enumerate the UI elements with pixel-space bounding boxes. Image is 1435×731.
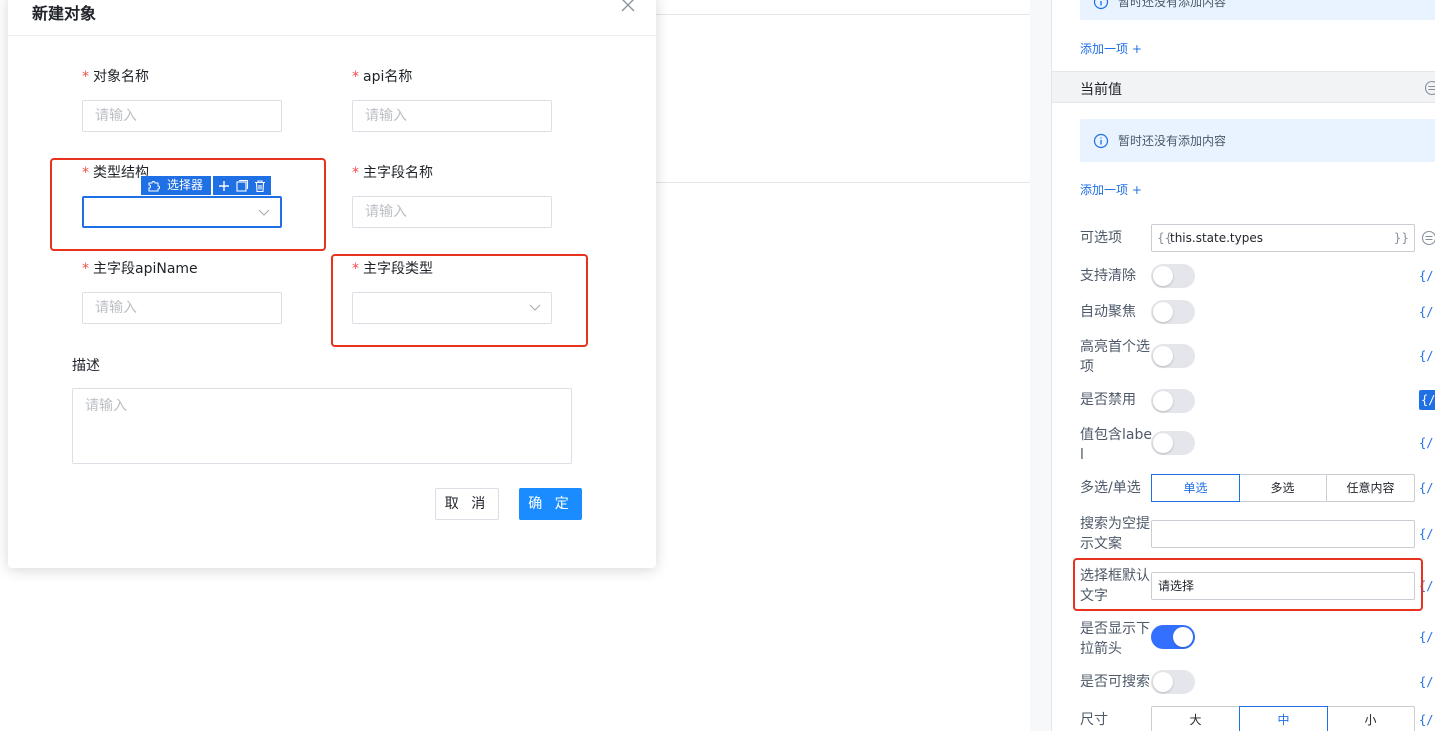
annotation-highlight	[50, 158, 326, 251]
mode-option-tags[interactable]: 任意内容	[1327, 475, 1414, 501]
close-icon[interactable]	[618, 0, 638, 16]
api-name-input[interactable]: 请输入	[352, 100, 552, 132]
autofocus-label: 自动聚焦	[1080, 304, 1136, 320]
mode-option-multiple[interactable]: 多选	[1239, 475, 1327, 501]
object-name-label: * 对象名称	[82, 69, 149, 85]
options-expression-input[interactable]: {{ this.state.types }}	[1151, 224, 1415, 252]
api-name-label: * api名称	[352, 69, 413, 85]
info-icon	[1093, 0, 1109, 10]
primary-field-name-label: * 主字段名称	[352, 165, 433, 181]
allow-clear-switch[interactable]	[1151, 264, 1195, 288]
highlight-first-label: 高亮首个选项	[1080, 339, 1150, 375]
autofocus-switch[interactable]	[1151, 300, 1195, 324]
dialog-title: 新建对象	[32, 4, 97, 23]
variable-binding-icon[interactable]: {/	[1419, 433, 1435, 453]
options-label: 可选项	[1080, 230, 1122, 246]
annotation-highlight	[1073, 558, 1423, 611]
disabled-label: 是否禁用	[1080, 392, 1136, 408]
variable-binding-icon[interactable]: {/	[1419, 627, 1435, 647]
required-mark: *	[82, 261, 89, 277]
primary-field-name-input[interactable]: 请输入	[352, 196, 552, 228]
empty-info-box: 暂时还没有添加内容	[1080, 0, 1435, 20]
highlight-first-switch[interactable]	[1151, 344, 1195, 368]
variable-binding-icon[interactable]: {/	[1419, 266, 1435, 286]
description-label: 描述	[72, 358, 100, 374]
label-in-value-switch[interactable]	[1151, 431, 1195, 455]
canvas-divider	[656, 14, 1030, 15]
variable-binding-icon[interactable]: {/	[1419, 672, 1435, 692]
dialog-header-divider	[8, 35, 656, 36]
toggle-mode-icon[interactable]	[1424, 80, 1435, 96]
size-segmented-control: 大 中 小	[1151, 706, 1415, 731]
allow-clear-label: 支持清除	[1080, 268, 1136, 284]
variable-binding-icon[interactable]: {/	[1419, 524, 1435, 544]
required-mark: *	[82, 69, 89, 85]
searchable-label: 是否可搜索	[1080, 674, 1150, 690]
annotation-highlight	[331, 254, 588, 347]
empty-info-box: 暂时还没有添加内容	[1080, 119, 1435, 162]
primary-field-api-name-label: * 主字段apiName	[82, 261, 198, 277]
disabled-switch[interactable]	[1151, 389, 1195, 413]
size-option-small[interactable]: 小	[1327, 707, 1414, 731]
show-arrow-switch[interactable]	[1151, 625, 1195, 649]
panel-gutter	[1030, 0, 1052, 731]
canvas-divider	[656, 182, 1030, 183]
info-icon	[1093, 133, 1109, 149]
properties-panel: 暂时还没有添加内容 添加一项 + 当前值 暂时还没有添加内容 添加一项 + 可选…	[1052, 0, 1435, 731]
confirm-button[interactable]: 确 定	[519, 488, 582, 520]
cancel-button[interactable]: 取 消	[435, 488, 499, 520]
add-item-link[interactable]: 添加一项 +	[1080, 40, 1142, 57]
current-value-section[interactable]: 当前值	[1052, 71, 1435, 103]
variable-binding-icon[interactable]: {/	[1419, 302, 1435, 322]
description-textarea[interactable]: 请输入	[72, 388, 572, 464]
variable-binding-icon[interactable]: {/	[1419, 710, 1435, 730]
mode-option-single[interactable]: 单选	[1151, 474, 1240, 502]
required-mark: *	[352, 165, 359, 181]
searchable-switch[interactable]	[1151, 670, 1195, 694]
required-mark: *	[352, 69, 359, 85]
size-option-large[interactable]: 大	[1152, 707, 1240, 731]
not-found-content-label: 搜索为空提示文案	[1080, 516, 1150, 552]
variable-binding-icon[interactable]: {/	[1419, 346, 1435, 366]
size-option-medium[interactable]: 中	[1239, 706, 1328, 731]
show-arrow-label: 是否显示下拉箭头	[1080, 621, 1150, 657]
size-label: 尺寸	[1080, 712, 1108, 728]
not-found-content-input[interactable]	[1151, 520, 1415, 548]
label-in-value-label: 值包含label	[1080, 427, 1152, 463]
add-item-link[interactable]: 添加一项 +	[1080, 181, 1142, 198]
section-title: 当前值	[1080, 82, 1122, 98]
mode-label: 多选/单选	[1080, 480, 1141, 496]
mode-segmented-control: 单选 多选 任意内容	[1151, 474, 1415, 502]
object-name-input[interactable]: 请输入	[82, 100, 282, 132]
variable-binding-icon[interactable]: {/	[1419, 390, 1435, 410]
primary-field-api-name-input[interactable]: 请输入	[82, 292, 282, 324]
variable-binding-icon[interactable]: {/	[1419, 478, 1435, 498]
toggle-mode-icon[interactable]	[1421, 230, 1435, 246]
